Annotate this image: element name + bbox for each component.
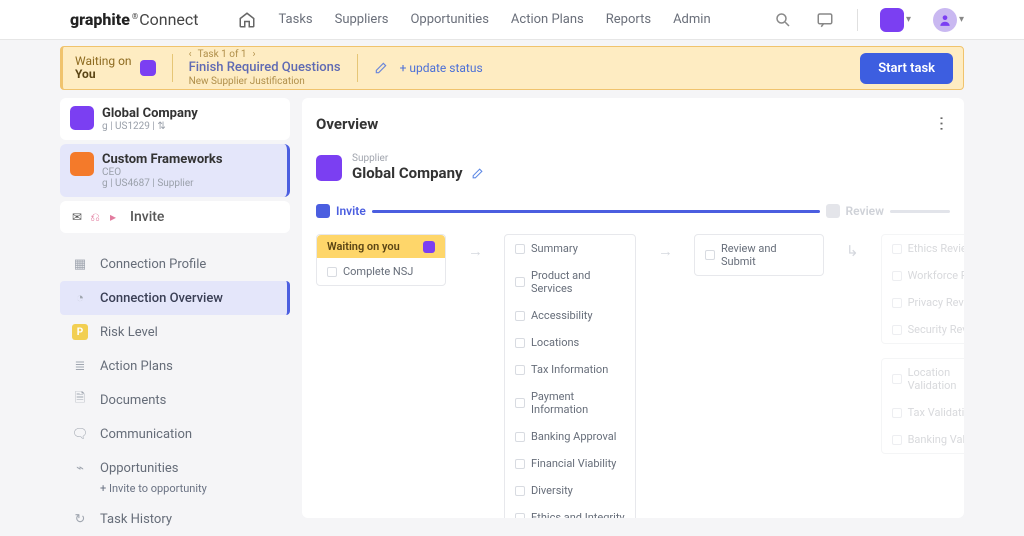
mail-icon: ✉︎ xyxy=(70,210,84,224)
flow-col-waiting[interactable]: Waiting on you Complete NSJ xyxy=(316,234,446,286)
invite-button[interactable]: ✉︎ ⎌ ▸ Invite xyxy=(60,201,290,233)
task-item[interactable]: Product and Services xyxy=(505,262,635,302)
org-tree-icon: ⇅ xyxy=(157,121,165,132)
chat-icon: 🗨 xyxy=(72,426,88,442)
profile-icon: ▦ xyxy=(72,256,88,272)
sidebar-item-documents[interactable]: 🗎 Documents xyxy=(60,383,290,417)
sidebar-item-conn-profile[interactable]: ▦ Connection Profile xyxy=(60,247,290,281)
link-icon: ⎌ xyxy=(88,210,102,224)
task-review-submit[interactable]: Review and Submit xyxy=(695,235,823,275)
task-complete-nsj[interactable]: Complete NSJ xyxy=(317,258,445,285)
more-menu-icon[interactable]: ⋯ xyxy=(933,116,952,132)
task-item[interactable]: Accessibility xyxy=(505,302,635,329)
company-logo-icon xyxy=(70,106,94,130)
phase-bar: Invite Review xyxy=(316,204,950,218)
top-nav: graphiteConnect Tasks Suppliers Opportun… xyxy=(0,0,1024,40)
messages-icon[interactable] xyxy=(815,10,835,30)
nav-reports[interactable]: Reports xyxy=(606,12,651,27)
nav-opportunities[interactable]: Opportunities xyxy=(410,12,488,27)
flow-header-waiting: Waiting on you xyxy=(317,235,445,258)
sidebar-item-conn-overview[interactable]: ◔ Connection Overview xyxy=(60,281,290,315)
task-item[interactable]: Diversity xyxy=(505,477,635,504)
task-item[interactable]: Financial Viability xyxy=(505,450,635,477)
nav-suppliers[interactable]: Suppliers xyxy=(335,12,389,27)
task-item[interactable]: Tax Information xyxy=(505,356,635,383)
nav-tasks[interactable]: Tasks xyxy=(279,12,313,27)
task-item[interactable]: Workforce Review xyxy=(882,262,964,289)
chevron-down-icon: ▾ xyxy=(959,14,964,25)
task-pager[interactable]: ‹ Task 1 of 1 › xyxy=(189,49,341,60)
flow-col-forms[interactable]: SummaryProduct and ServicesAccessibility… xyxy=(504,234,636,518)
flow-col-review-submit[interactable]: Review and Submit xyxy=(694,234,824,276)
workspace-menu[interactable]: ▾ xyxy=(880,8,911,32)
waiting-on-label: Waiting onYou xyxy=(75,55,132,81)
chevron-left-icon[interactable]: ‹ xyxy=(189,49,192,60)
supplier-logo-icon xyxy=(316,155,342,181)
flow-col-reviews: Ethics ReviewWorkforce ReviewPrivacy Rev… xyxy=(881,234,964,344)
sidebar-sub-invite-opp[interactable]: + Invite to opportunity xyxy=(60,481,290,496)
supplier-label: Supplier xyxy=(352,153,484,164)
arrow-split-icon: ↳ xyxy=(846,242,859,260)
nav-action-plans[interactable]: Action Plans xyxy=(511,12,584,27)
search-icon[interactable] xyxy=(773,10,793,30)
edit-supplier-icon[interactable] xyxy=(471,167,484,180)
doc-icon: 🗎 xyxy=(72,392,88,408)
assignee-avatar-icon xyxy=(423,241,435,253)
sidebar-item-task-history[interactable]: ↻ Task History xyxy=(60,502,290,536)
brand-logo[interactable]: graphiteConnect xyxy=(70,10,199,29)
task-item[interactable]: Security Review xyxy=(882,316,964,343)
sidebar-item-risk[interactable]: P Risk Level xyxy=(60,315,290,349)
company-card-custom[interactable]: Custom Frameworks CEO g | US4687 | Suppl… xyxy=(60,144,290,197)
waiting-avatar-icon xyxy=(140,60,156,76)
sidebar-item-communication[interactable]: 🗨 Communication xyxy=(60,417,290,451)
task-item[interactable]: Privacy Review xyxy=(882,289,964,316)
task-item[interactable]: Banking Approval xyxy=(505,423,635,450)
update-status-link[interactable]: + update status xyxy=(400,61,483,75)
company-card-global[interactable]: Global Company g | US1229 | ⇅ xyxy=(60,98,290,140)
task-item[interactable]: Summary xyxy=(505,235,635,262)
sidebar: Global Company g | US1229 | ⇅ Custom Fra… xyxy=(60,98,290,536)
workflow: Waiting on you Complete NSJ → SummaryPro… xyxy=(316,234,950,518)
arrow-right-icon: → xyxy=(658,242,672,260)
chevron-right-icon[interactable]: › xyxy=(253,49,256,60)
invite-phase-icon xyxy=(316,204,330,218)
sidebar-item-action-plans[interactable]: ≣ Action Plans xyxy=(60,349,290,383)
task-item[interactable]: Tax Validation xyxy=(882,399,964,426)
risk-badge-icon: P xyxy=(72,324,88,340)
task-item[interactable]: Banking Validation xyxy=(882,426,964,453)
chevron-down-icon: ▾ xyxy=(906,14,911,25)
user-avatar-icon xyxy=(933,8,957,32)
page-title: Overview xyxy=(316,115,378,133)
phase-invite[interactable]: Invite xyxy=(316,204,366,218)
home-icon[interactable] xyxy=(237,10,257,30)
tag-icon: ⌁ xyxy=(72,460,88,476)
workspace-avatar-icon xyxy=(880,8,904,32)
flow-col-validations: Location ValidationTax ValidationBanking… xyxy=(881,358,964,454)
supplier-name: Global Company xyxy=(352,164,484,182)
task-item[interactable]: Location Validation xyxy=(882,359,964,399)
company-logo-icon xyxy=(70,152,94,176)
task-title[interactable]: Finish Required Questions xyxy=(189,60,341,75)
arrow-right-icon: ▸ xyxy=(106,210,120,224)
review-phase-icon xyxy=(826,204,840,218)
task-banner: Waiting onYou ‹ Task 1 of 1 › Finish Req… xyxy=(60,46,964,90)
overview-icon: ◔ xyxy=(72,290,88,306)
list-icon: ≣ xyxy=(72,358,88,374)
task-item[interactable]: Locations xyxy=(505,329,635,356)
content-panel: Overview ⋯ Supplier Global Company Invit… xyxy=(302,98,964,518)
sidebar-item-opportunities[interactable]: ⌁ Opportunities xyxy=(60,451,290,485)
arrow-right-icon: → xyxy=(468,242,482,260)
history-icon: ↻ xyxy=(72,511,88,527)
user-menu[interactable]: ▾ xyxy=(933,8,964,32)
phase-review[interactable]: Review xyxy=(826,204,884,218)
task-item[interactable]: Payment Information xyxy=(505,383,635,423)
nav-admin[interactable]: Admin xyxy=(673,12,711,27)
edit-icon[interactable] xyxy=(374,61,388,75)
start-task-button[interactable]: Start task xyxy=(860,53,953,84)
task-subtitle: New Supplier Justification xyxy=(189,76,341,87)
task-item[interactable]: Ethics Review xyxy=(882,235,964,262)
